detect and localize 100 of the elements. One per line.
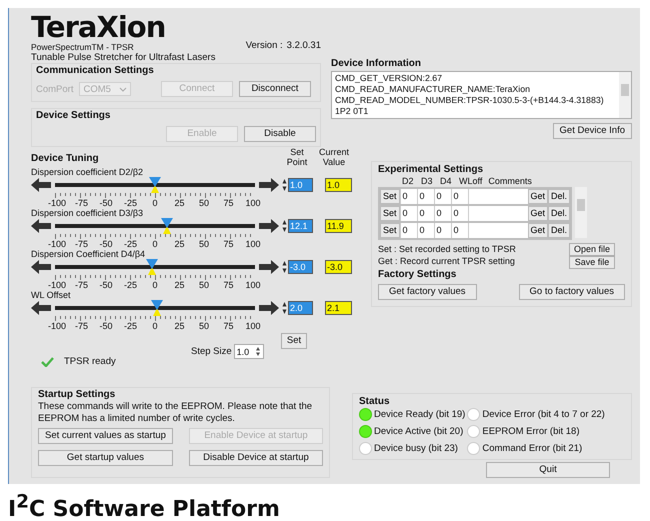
tick-label: 25 <box>173 280 186 290</box>
device-info-box[interactable]: CMD_GET_VERSION:2.67 CMD_READ_MANUFACTURER_NAME:TeraXion CMD_READ_MODEL_NUMBER:TPSR-1030.5-3-(+B144.3-4.31883) 1P2 0T1 <box>331 71 632 119</box>
column-header: D2 <box>402 176 415 186</box>
value-field[interactable]: 0 <box>434 189 451 204</box>
set-button[interactable]: Set <box>380 189 400 204</box>
scrollbar[interactable] <box>575 187 588 238</box>
get-button[interactable]: Get <box>528 223 548 238</box>
disconnect-button[interactable]: Disconnect <box>238 81 311 97</box>
tick-label: 50 <box>198 198 210 208</box>
comment-field[interactable] <box>468 223 528 238</box>
value-field[interactable]: 0 <box>400 206 417 221</box>
save-file-button[interactable]: Save file <box>568 256 615 269</box>
comment-field[interactable] <box>468 189 528 204</box>
right-arrow-icon[interactable] <box>259 178 279 192</box>
tick-label: -25 <box>122 280 138 290</box>
current-value-field: 11.9 <box>325 219 352 233</box>
value-field[interactable]: 0 <box>450 223 468 238</box>
tick-label: 0 <box>151 280 158 290</box>
open-file-button[interactable]: Open file <box>568 243 615 256</box>
section-title: Experimental Settings <box>378 164 484 176</box>
legend-text: Get : Record current TPSR setting <box>378 255 516 267</box>
tick-label: -75 <box>74 239 89 249</box>
tick-label: 75 <box>222 280 234 290</box>
set-button[interactable]: Set <box>380 223 400 238</box>
slider-label: WL Offset <box>31 290 72 300</box>
value-field[interactable]: 0 <box>416 189 434 204</box>
section-title: Status <box>359 396 391 408</box>
spinner-icon[interactable] <box>255 346 262 357</box>
right-arrow-icon[interactable] <box>259 301 279 315</box>
value-field[interactable]: 0 <box>434 206 451 221</box>
comport-label: ComPort <box>36 84 74 94</box>
get-button[interactable]: Get <box>528 189 548 204</box>
left-arrow-icon[interactable] <box>31 260 51 274</box>
value-field[interactable]: 0 <box>450 189 468 204</box>
disable-button[interactable]: Disable <box>244 126 316 142</box>
tick-label: 25 <box>173 198 186 208</box>
set-button[interactable]: Set <box>281 333 307 349</box>
info-line: CMD_GET_VERSION:2.67 <box>335 73 444 84</box>
value-field[interactable]: 0 <box>434 223 451 238</box>
status-label: Device Error (bit 4 to 7 or 22) <box>482 409 605 420</box>
set-button[interactable]: Set <box>380 206 400 221</box>
section-title: Factory Settings <box>378 269 458 281</box>
step-size-field[interactable]: 1.0 <box>234 344 264 359</box>
tick-label: -50 <box>98 280 114 290</box>
left-arrow-icon[interactable] <box>31 301 51 315</box>
delete-button[interactable]: Del. <box>548 189 570 204</box>
tick-label: 100 <box>244 280 262 290</box>
right-arrow-icon[interactable] <box>259 219 279 233</box>
startup-button[interactable]: Get startup values <box>38 450 173 466</box>
left-arrow-icon[interactable] <box>31 178 51 192</box>
tagline: Tunable Pulse Stretcher for Ultrafast Lasers <box>31 52 216 63</box>
info-line: CMD_READ_MANUFACTURER_NAME:TeraXion <box>335 84 532 95</box>
tick-label: -100 <box>46 280 67 290</box>
scrollbar[interactable] <box>619 72 631 118</box>
get-device-info-button[interactable]: Get Device Info <box>552 123 632 139</box>
tick-label: 50 <box>198 321 210 331</box>
value-field[interactable]: 0 <box>450 206 468 221</box>
value-field[interactable]: 0 <box>400 189 417 204</box>
startup-button[interactable]: Disable Device at startup <box>188 450 323 466</box>
tick-label: -100 <box>46 198 67 208</box>
tick-label: 75 <box>222 239 234 249</box>
slider-thumb[interactable] <box>151 300 163 316</box>
product-name: PowerSpectrumTM - TPSR <box>31 42 135 52</box>
tick-label: 25 <box>173 321 186 331</box>
tick-label: 0 <box>151 239 158 249</box>
tick-label: -75 <box>74 321 89 331</box>
delete-button[interactable]: Del. <box>548 223 570 238</box>
left-arrow-icon[interactable] <box>31 219 51 233</box>
get-button[interactable]: Get <box>528 206 548 221</box>
delete-button[interactable]: Del. <box>548 206 570 221</box>
quit-button[interactable]: Quit <box>486 462 610 478</box>
current-value-field: 2.1 <box>325 301 352 315</box>
slider-track[interactable] <box>55 218 255 234</box>
slider-track[interactable] <box>55 259 255 275</box>
caption: I$^{2}$C Software Platform <box>8 491 281 521</box>
ready-status: TPSR ready <box>64 356 116 367</box>
section-title: Startup Settings <box>38 389 116 401</box>
tick-label: -75 <box>74 198 89 208</box>
value-field[interactable]: 0 <box>416 206 434 221</box>
slider-track[interactable] <box>55 177 255 193</box>
tick-label: -75 <box>74 280 89 290</box>
slider-thumb[interactable] <box>149 177 161 193</box>
current-value-field: 1.0 <box>325 178 352 192</box>
go-to-factory-values-button[interactable]: Go to factory values <box>518 284 625 300</box>
slider-thumb[interactable] <box>146 259 158 275</box>
version-label: Version : <box>246 40 283 51</box>
section-title: Device Information <box>331 58 422 70</box>
tick-label: 0 <box>151 198 158 208</box>
current-value-field: -3.0 <box>325 260 352 274</box>
slider-track[interactable] <box>55 300 255 316</box>
value-field[interactable]: 0 <box>400 223 417 238</box>
comment-field[interactable] <box>468 206 528 221</box>
startup-button[interactable]: Set current values as startup <box>38 428 173 444</box>
right-arrow-icon[interactable] <box>259 260 279 274</box>
tick-label: -25 <box>122 198 138 208</box>
column-header: D3 <box>421 176 434 186</box>
value-field[interactable]: 0 <box>416 223 434 238</box>
slider-thumb[interactable] <box>161 218 173 234</box>
get-factory-values-button[interactable]: Get factory values <box>378 284 477 300</box>
status-label: Device busy (bit 23) <box>374 443 458 454</box>
